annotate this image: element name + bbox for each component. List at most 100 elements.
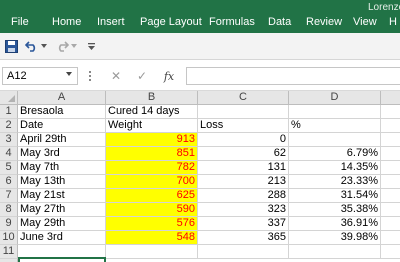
row-header-10[interactable]: 10 <box>0 231 18 245</box>
column-header-d[interactable]: D <box>289 91 381 105</box>
cancel-icon[interactable]: ✕ <box>108 68 124 84</box>
cell-e6[interactable] <box>381 175 400 189</box>
cell-e1[interactable] <box>381 105 400 119</box>
enter-icon[interactable]: ✓ <box>134 68 150 84</box>
cell-d2[interactable]: % <box>289 119 381 133</box>
row-header-11[interactable]: 11 <box>0 245 18 259</box>
cell-e5[interactable] <box>381 161 400 175</box>
cell-b3[interactable]: 913 <box>106 133 198 147</box>
cell-d8[interactable]: 35.38% <box>289 203 381 217</box>
row-header-5[interactable]: 5 <box>0 161 18 175</box>
cell-a7[interactable]: May 21st <box>18 189 106 203</box>
cell-e9[interactable] <box>381 217 400 231</box>
undo-dropdown-icon[interactable] <box>40 38 48 54</box>
cell-a1[interactable]: Bresaola <box>18 105 106 119</box>
column-header-e[interactable] <box>381 91 400 105</box>
tab-formulas[interactable]: Formulas <box>209 15 255 29</box>
customize-qat-icon[interactable] <box>86 38 96 54</box>
selected-cell-a12[interactable] <box>18 257 106 262</box>
tab-review[interactable]: Review <box>306 15 342 29</box>
cell-b7[interactable]: 625 <box>106 189 198 203</box>
row-header-9[interactable]: 9 <box>0 217 18 231</box>
cell-b4[interactable]: 851 <box>106 147 198 161</box>
row-header-8[interactable]: 8 <box>0 203 18 217</box>
cell-d6[interactable]: 23.33% <box>289 175 381 189</box>
cell-b10[interactable]: 548 <box>106 231 198 245</box>
cell-a2[interactable]: Date <box>18 119 106 133</box>
worksheet-grid: A B C D 1 Bresaola Cured 14 days 2 Date … <box>0 91 400 262</box>
column-header-a[interactable]: A <box>18 91 106 105</box>
select-all-corner[interactable] <box>0 91 18 105</box>
cell-c6[interactable]: 213 <box>198 175 289 189</box>
cell-c8[interactable]: 323 <box>198 203 289 217</box>
formula-bar: A12 ✕ ✓ fx <box>0 61 400 91</box>
cell-a6[interactable]: May 13th <box>18 175 106 189</box>
cell-c9[interactable]: 337 <box>198 217 289 231</box>
cell-b9[interactable]: 576 <box>106 217 198 231</box>
quick-access-toolbar <box>0 33 400 60</box>
cell-a4[interactable]: May 3rd <box>18 147 106 161</box>
cell-a3[interactable]: April 29th <box>18 133 106 147</box>
cell-e8[interactable] <box>381 203 400 217</box>
cell-d3[interactable] <box>289 133 381 147</box>
fx-label: fx <box>163 69 175 83</box>
name-box[interactable]: A12 <box>2 67 78 85</box>
cell-b2[interactable]: Weight <box>106 119 198 133</box>
cell-d9[interactable]: 36.91% <box>289 217 381 231</box>
column-header-c[interactable]: C <box>198 91 289 105</box>
cell-d4[interactable]: 6.79% <box>289 147 381 161</box>
cell-c1[interactable] <box>198 105 289 119</box>
tab-insert[interactable]: Insert <box>97 15 125 29</box>
cell-c7[interactable]: 288 <box>198 189 289 203</box>
cell-c2[interactable]: Loss <box>198 119 289 133</box>
tab-file[interactable]: File <box>11 15 29 29</box>
cell-d10[interactable]: 39.98% <box>289 231 381 245</box>
cell-b11[interactable] <box>106 245 198 259</box>
redo-dropdown-icon[interactable] <box>70 38 78 54</box>
cell-a9[interactable]: May 29th <box>18 217 106 231</box>
formula-input[interactable] <box>186 67 400 85</box>
select-all-triangle-icon <box>8 95 15 102</box>
cell-e11[interactable] <box>381 245 400 259</box>
insert-function-button[interactable]: fx <box>161 68 177 84</box>
column-header-b[interactable]: B <box>106 91 198 105</box>
cell-e7[interactable] <box>381 189 400 203</box>
cell-b8[interactable]: 590 <box>106 203 198 217</box>
cell-c5[interactable]: 131 <box>198 161 289 175</box>
undo-icon[interactable] <box>24 38 40 54</box>
row-header-7[interactable]: 7 <box>0 189 18 203</box>
cell-b5[interactable]: 782 <box>106 161 198 175</box>
cell-c11[interactable] <box>198 245 289 259</box>
tab-page-layout[interactable]: Page Layout <box>140 15 202 29</box>
row-header-4[interactable]: 4 <box>0 147 18 161</box>
tab-help[interactable]: H <box>389 15 397 29</box>
save-icon[interactable] <box>3 38 19 54</box>
cell-d7[interactable]: 31.54% <box>289 189 381 203</box>
row-header-2[interactable]: 2 <box>0 119 18 133</box>
row-header-3[interactable]: 3 <box>0 133 18 147</box>
cell-b6[interactable]: 700 <box>106 175 198 189</box>
cell-a10[interactable]: June 3rd <box>18 231 106 245</box>
cell-c10[interactable]: 365 <box>198 231 289 245</box>
cell-a8[interactable]: May 27th <box>18 203 106 217</box>
cell-c3[interactable]: 0 <box>198 133 289 147</box>
tab-home[interactable]: Home <box>52 15 81 29</box>
row-header-6[interactable]: 6 <box>0 175 18 189</box>
formula-bar-grip[interactable] <box>89 71 91 81</box>
tab-view[interactable]: View <box>353 15 377 29</box>
cell-a5[interactable]: May 7th <box>18 161 106 175</box>
cell-c4[interactable]: 62 <box>198 147 289 161</box>
cell-e10[interactable] <box>381 231 400 245</box>
cell-b1[interactable]: Cured 14 days <box>106 105 198 119</box>
cell-d1[interactable] <box>289 105 381 119</box>
user-name: Lorenzo <box>368 2 400 13</box>
cell-d11[interactable] <box>289 245 381 259</box>
cell-e2[interactable] <box>381 119 400 133</box>
cell-e3[interactable] <box>381 133 400 147</box>
redo-icon[interactable] <box>54 38 70 54</box>
cell-e4[interactable] <box>381 147 400 161</box>
name-box-dropdown-icon[interactable] <box>66 72 72 76</box>
row-header-1[interactable]: 1 <box>0 105 18 119</box>
cell-d5[interactable]: 14.35% <box>289 161 381 175</box>
tab-data[interactable]: Data <box>268 15 291 29</box>
